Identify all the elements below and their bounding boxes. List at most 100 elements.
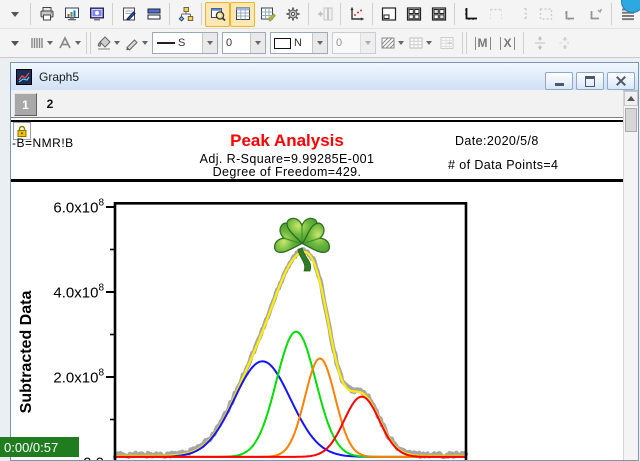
graph-page: 0.02.0x1084.0x1086.0x108Subtracted Data … (11, 118, 623, 460)
left-bottom-axes-glyph (463, 6, 479, 22)
line-style-swatch (157, 42, 175, 44)
fill-color-icon[interactable] (94, 30, 122, 57)
toolbar-separator (112, 3, 113, 25)
print-icon[interactable] (34, 2, 59, 27)
code-builder-glyph (285, 6, 301, 22)
toolbar-separator (340, 3, 341, 25)
scrollbar-thumb[interactable] (625, 108, 637, 132)
result-table-bottom-border (11, 179, 623, 182)
corner-axes-icon[interactable] (558, 2, 583, 27)
toolbar-separator (523, 32, 524, 54)
grid-layer-layout-icon[interactable] (401, 2, 426, 27)
series-cumulative-fit (115, 252, 466, 456)
extract-windows-icon[interactable]: X (495, 31, 520, 56)
pattern-color-icon[interactable] (406, 30, 434, 57)
single-layer-layout-icon[interactable] (376, 2, 401, 27)
rescale-axes-glyph (349, 6, 365, 22)
minimize-button[interactable] (545, 72, 573, 90)
vertical-spacing-glyph (532, 35, 548, 51)
chevron-down-icon (426, 41, 432, 45)
print-glyph (39, 6, 55, 22)
script-window-icon[interactable] (255, 2, 280, 27)
corner-axes-glyph (563, 6, 579, 22)
combo-value: N (291, 37, 305, 49)
font-color-icon[interactable] (55, 30, 83, 57)
apply-formats-icon[interactable] (434, 31, 459, 56)
new-notes-glyph (121, 6, 137, 22)
add-column-icon[interactable] (312, 2, 337, 27)
window-title: Graph5 (39, 70, 79, 84)
toolbar-overflow-dropdown[interactable] (2, 2, 27, 27)
restore-button[interactable] (576, 72, 604, 90)
toolbar-separator (462, 32, 467, 54)
minimize-icon (555, 83, 564, 86)
project-explorer-icon[interactable] (173, 2, 198, 27)
shamrock-image (273, 218, 331, 271)
right-axes-icon[interactable] (508, 2, 533, 27)
apply-formats-glyph (439, 35, 455, 51)
code-builder-icon[interactable] (280, 2, 305, 27)
horizontal-spacing-icon[interactable] (552, 31, 577, 56)
extract-letter-icon: X (500, 37, 514, 50)
rescale-axes-icon[interactable] (344, 2, 369, 27)
pattern-width-combo[interactable]: 0 (332, 32, 376, 54)
style-overflow-dropdown[interactable] (2, 31, 27, 56)
grid-layer-alt-layout-icon[interactable] (426, 2, 451, 27)
slide-show-icon[interactable] (59, 2, 84, 27)
series-fit-peak-2 (115, 332, 466, 457)
duplicate-window-icon[interactable] (141, 2, 166, 27)
scroll-up-button[interactable] (624, 91, 638, 106)
combo-value: 0 (223, 37, 235, 49)
fill-pattern-glyph (380, 35, 396, 51)
data-points-text: # of Data Points=4 (448, 158, 558, 172)
font-color-glyph (57, 35, 73, 51)
y-axis-title: Subtracted Data (18, 291, 35, 414)
line-border-color-icon[interactable] (122, 30, 150, 57)
duplicate-window-glyph (146, 6, 162, 22)
line-width-combo[interactable]: 0 (222, 32, 266, 54)
chevron-down-icon (114, 41, 120, 45)
toolbar-overflow-dropdown-glyph (7, 6, 23, 22)
greek-text-icon[interactable] (27, 30, 55, 57)
combo-dropdown-button[interactable] (250, 33, 265, 53)
pattern-color-glyph (408, 35, 424, 51)
worksheet-view-icon[interactable] (230, 2, 255, 27)
combo-dropdown-button[interactable] (202, 33, 217, 53)
project-explorer-glyph (178, 6, 194, 22)
box-axes-glyph (538, 6, 554, 22)
new-notes-icon[interactable] (116, 2, 141, 27)
chevron-down-icon (255, 41, 261, 45)
standard-toolbar (0, 0, 640, 29)
border-style-combo[interactable]: N (270, 32, 328, 54)
corner-axes-break-icon[interactable] (583, 2, 608, 27)
fill-pattern-icon[interactable] (378, 30, 406, 57)
top-axes-icon[interactable] (483, 2, 508, 27)
close-button[interactable] (607, 72, 635, 90)
y-tick-label: 4.0x108 (53, 283, 104, 302)
merge-windows-icon[interactable]: M (470, 31, 495, 56)
combo-dropdown-button[interactable] (312, 33, 327, 53)
line-style-combo[interactable]: S (152, 32, 218, 54)
graph-window-titlebar[interactable]: Graph5 (11, 63, 638, 91)
vertical-spacing-icon[interactable] (527, 31, 552, 56)
fill-color-glyph (96, 35, 112, 51)
result-log-glyph (210, 6, 226, 22)
vertical-scrollbar[interactable] (623, 91, 638, 460)
layer-1-button[interactable]: 1 (14, 93, 37, 116)
top-axes-glyph (488, 6, 504, 22)
layer-tab-row: 1 2 (11, 90, 623, 118)
chevron-down-icon (398, 41, 404, 45)
chevron-down-icon (207, 41, 213, 45)
left-bottom-axes-icon[interactable] (458, 2, 483, 27)
toolbar-separator (454, 3, 455, 25)
style-overflow-dropdown-glyph (7, 35, 23, 51)
layer-2-button[interactable]: 2 (40, 93, 60, 114)
merge-letter-icon: M (475, 37, 491, 50)
right-axes-glyph (513, 6, 529, 22)
combo-dropdown-button[interactable] (360, 33, 375, 53)
result-log-icon[interactable] (205, 2, 230, 27)
full-screen-view-icon[interactable] (84, 2, 109, 27)
video-timestamp-overlay: 0:00/0:57 (0, 437, 79, 457)
chevron-down-icon (365, 41, 371, 45)
box-axes-icon[interactable] (533, 2, 558, 27)
